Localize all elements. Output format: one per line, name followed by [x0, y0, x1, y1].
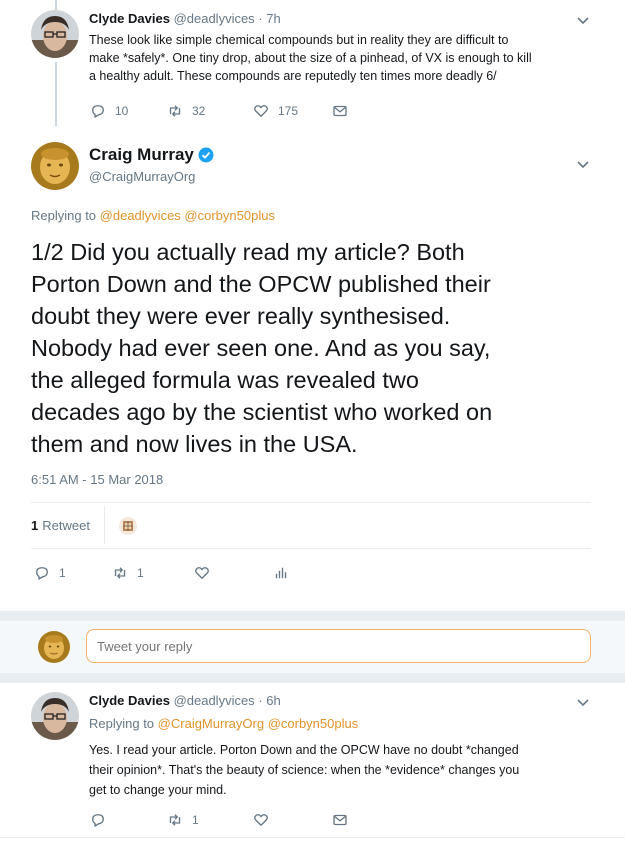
- replying-to-line: Replying to @deadlyvices @corbyn50plus: [31, 208, 275, 223]
- reply-button[interactable]: [89, 811, 107, 829]
- mention-link[interactable]: @corbyn50plus: [184, 208, 275, 223]
- tweet-time[interactable]: 7h: [266, 11, 280, 26]
- dot-separator: ·: [258, 693, 263, 708]
- stats-divider: [104, 506, 105, 544]
- retweeter-avatar[interactable]: [119, 517, 137, 535]
- heart-icon: [252, 102, 270, 120]
- retweet-icon: [111, 564, 129, 582]
- text-line: them and now lives in the USA.: [31, 431, 358, 457]
- verified-badge-icon: [198, 147, 214, 163]
- author-name[interactable]: Clyde Davies: [89, 693, 170, 708]
- section-separator: [0, 673, 625, 683]
- text-line: These look like simple chemical compound…: [89, 33, 509, 47]
- like-button[interactable]: [193, 564, 211, 582]
- tweet-time[interactable]: 6h: [266, 693, 280, 708]
- text-line: 1/2 Did you actually read my article? Bo…: [31, 239, 465, 265]
- analytics-button[interactable]: [272, 564, 290, 582]
- tweet-reply-input[interactable]: [86, 629, 591, 663]
- reply-count: 1: [59, 566, 66, 580]
- text-line: Yes. I read your article. Porton Down an…: [89, 743, 519, 757]
- main-tweet-text: 1/2 Did you actually read my article? Bo…: [31, 236, 601, 460]
- replying-to-line: Replying to @CraigMurrayOrg @corbyn50plu…: [89, 716, 358, 731]
- reply-icon: [89, 811, 107, 829]
- tweet3-header: Clyde Davies @deadlyvices · 6h: [89, 693, 281, 708]
- text-line: the alleged formula was revealed two: [31, 367, 419, 393]
- tweet3-actions: 1: [89, 811, 389, 831]
- like-button[interactable]: 175: [252, 102, 298, 120]
- heart-icon: [252, 811, 270, 829]
- retweet-button[interactable]: 1: [111, 564, 144, 582]
- tweet-timestamp[interactable]: 6:51 AM - 15 Mar 2018: [31, 472, 163, 487]
- retweet-button[interactable]: 32: [166, 102, 205, 120]
- tweet3-text: Yes. I read your article. Porton Down an…: [89, 740, 609, 800]
- thread-connector-line: [55, 62, 57, 126]
- retweets-number: 1: [31, 518, 39, 533]
- retweet-stats[interactable]: 1 Retweet: [31, 518, 90, 533]
- retweet-count: 32: [192, 104, 206, 118]
- envelope-icon: [331, 102, 349, 120]
- main-tweet-actions: 1 1: [33, 564, 303, 584]
- mention-link[interactable]: @corbyn50plus: [268, 716, 359, 731]
- replying-label: Replying to: [89, 716, 155, 731]
- author-handle[interactable]: @CraigMurrayOrg: [89, 169, 195, 184]
- retweet-count: 1: [137, 566, 144, 580]
- divider: [0, 837, 625, 838]
- divider: [31, 502, 591, 503]
- dot-separator: ·: [258, 11, 263, 26]
- text-line: make *safely*. One tiny drop, about the …: [89, 51, 532, 65]
- text-line: a healthy adult. These compounds are rep…: [89, 69, 497, 83]
- like-button[interactable]: [252, 811, 270, 829]
- reply-icon: [33, 564, 51, 582]
- text-line: get to change your mind.: [89, 783, 227, 797]
- mention-link[interactable]: @deadlyvices: [100, 208, 181, 223]
- thread-connector-line: [55, 0, 57, 10]
- author-handle[interactable]: @deadlyvices: [174, 693, 255, 708]
- retweets-label: Retweet: [42, 518, 90, 533]
- chevron-down-icon[interactable]: [575, 12, 591, 28]
- avatar-clyde-davies[interactable]: [31, 692, 79, 740]
- reply-count: 10: [115, 104, 129, 118]
- reply-button[interactable]: 10: [89, 102, 128, 120]
- direct-message-button[interactable]: [331, 102, 349, 120]
- text-line: decades ago by the scientist who worked …: [31, 399, 493, 425]
- direct-message-button[interactable]: [331, 811, 349, 829]
- author-name[interactable]: Craig Murray: [89, 145, 194, 165]
- retweet-button[interactable]: 1: [166, 811, 199, 829]
- current-user-avatar[interactable]: [38, 631, 70, 663]
- replying-label: Replying to: [31, 208, 97, 223]
- divider: [31, 548, 591, 549]
- avatar-craig-murray[interactable]: [31, 142, 79, 190]
- chevron-down-icon[interactable]: [575, 156, 591, 172]
- like-count: 175: [278, 104, 299, 118]
- author-name-row: Craig Murray: [89, 145, 214, 165]
- tweet1-header: Clyde Davies @deadlyvices · 7h: [89, 11, 281, 26]
- author-handle[interactable]: @deadlyvices: [174, 11, 255, 26]
- mention-link[interactable]: @CraigMurrayOrg: [158, 716, 264, 731]
- retweet-count: 1: [192, 813, 199, 827]
- bar-chart-icon: [272, 564, 290, 582]
- retweet-icon: [166, 811, 184, 829]
- text-line: doubt they were ever really synthesised.: [31, 303, 451, 329]
- retweet-icon: [166, 102, 184, 120]
- tweet1-actions: 10 32 175: [89, 102, 389, 122]
- tweet1-text: These look like simple chemical compound…: [89, 31, 609, 85]
- envelope-icon: [331, 811, 349, 829]
- text-line: Porton Down and the OPCW published their: [31, 271, 491, 297]
- text-line: Nobody had ever seen one. And as you say…: [31, 335, 491, 361]
- avatar-clyde-davies[interactable]: [31, 10, 79, 58]
- section-separator: [0, 611, 625, 621]
- reply-button[interactable]: 1: [33, 564, 66, 582]
- heart-icon: [193, 564, 211, 582]
- text-line: their opinion*. That's the beauty of sci…: [89, 763, 520, 777]
- author-name[interactable]: Clyde Davies: [89, 11, 170, 26]
- chevron-down-icon[interactable]: [575, 694, 591, 710]
- reply-icon: [89, 102, 107, 120]
